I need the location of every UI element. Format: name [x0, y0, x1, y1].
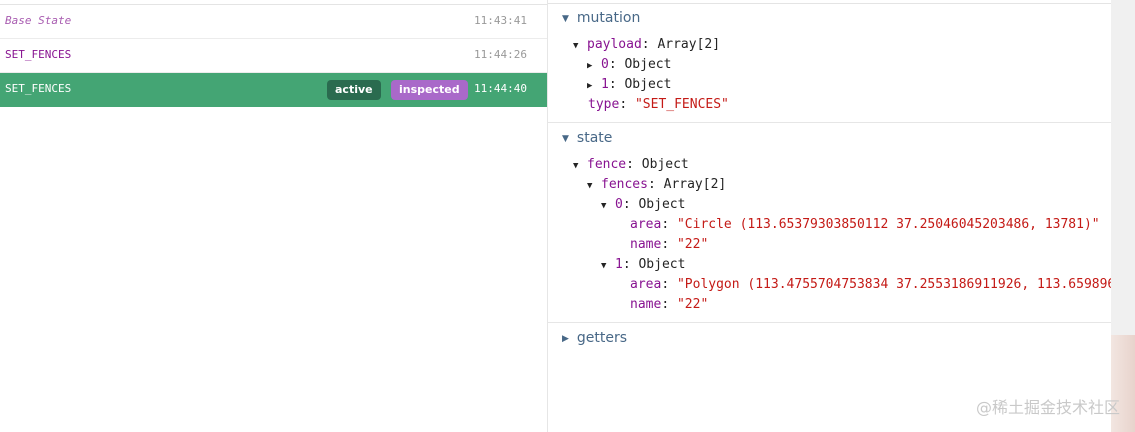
tree-value: Object	[638, 197, 686, 212]
fence-item-row[interactable]: ▼ 1: Object	[601, 257, 685, 272]
watermark: @稀土掘金技术社区	[975, 398, 1120, 417]
tree-key: name	[630, 297, 662, 312]
tree-value: Array[2]	[657, 37, 721, 52]
state-section-header[interactable]: ▼ state	[562, 130, 612, 146]
expand-arrow-icon: ▼	[562, 14, 569, 24]
collapse-arrow-icon: ▼	[601, 261, 607, 271]
tree-key: 0	[601, 57, 609, 72]
inspector-top-border	[548, 3, 1111, 4]
mutation-type-row: type: "SET_FENCES"	[588, 97, 729, 112]
history-entry[interactable]: SET_FENCES 11:44:26	[0, 39, 547, 73]
tree-value: Array[2]	[663, 177, 727, 192]
payload-row[interactable]: ▼ payload: Array[2]	[573, 37, 720, 52]
tree-key: fence	[587, 157, 627, 172]
tree-key: payload	[587, 37, 642, 52]
tree-key: fences	[601, 177, 648, 192]
tree-string-value: "22"	[676, 297, 709, 312]
tree-key: area	[630, 217, 662, 232]
expand-arrow-icon: ▶	[587, 61, 593, 71]
fence-name-row: name: "22"	[630, 297, 709, 312]
tree-key: type	[588, 97, 620, 112]
tree-key: 1	[615, 257, 623, 272]
entry-name: Base State	[5, 14, 72, 27]
collapse-arrow-icon: ▼	[573, 41, 579, 51]
entry-time: 11:44:26	[474, 48, 527, 61]
mutation-history-panel: Base State 11:43:41 SET_FENCES 11:44:26 …	[0, 0, 548, 432]
section-divider	[548, 122, 1111, 123]
section-title: state	[576, 130, 613, 146]
tree-key: area	[630, 277, 662, 292]
tree-string-value: "SET_FENCES"	[634, 97, 729, 112]
fence-row[interactable]: ▼ fence: Object	[573, 157, 689, 172]
entry-name: SET_FENCES	[5, 48, 72, 61]
section-title: mutation	[576, 10, 641, 26]
fence-area-row: area: "Polygon (113.4755704753834 37.255…	[630, 277, 1111, 292]
tree-key: name	[630, 237, 662, 252]
inspected-badge: inspected	[391, 80, 468, 100]
entry-name: SET_FENCES	[5, 82, 72, 95]
fence-name-row: name: "22"	[630, 237, 709, 252]
fence-area-row: area: "Circle (113.65379303850112 37.250…	[630, 217, 1100, 232]
expand-arrow-icon: ▼	[562, 134, 569, 144]
tree-key: 0	[615, 197, 623, 212]
payload-item-row[interactable]: ▶ 0: Object	[587, 57, 671, 72]
active-badge: active	[327, 80, 381, 100]
tree-string-value: "Polygon (113.4755704753834 37.255318691…	[676, 277, 1111, 292]
tree-value: Object	[624, 77, 672, 92]
tree-string-value: "22"	[676, 237, 709, 252]
history-entry-selected[interactable]: SET_FENCES active inspected 11:44:40	[0, 73, 547, 107]
mutation-section-header[interactable]: ▼ mutation	[562, 10, 640, 26]
tree-value: Object	[641, 157, 689, 172]
tree-value: Object	[638, 257, 686, 272]
expand-arrow-icon: ▶	[587, 81, 593, 91]
fence-item-row[interactable]: ▼ 0: Object	[601, 197, 685, 212]
collapse-arrow-icon: ▼	[587, 181, 593, 191]
tree-string-value: "Circle (113.65379303850112 37.250460452…	[676, 217, 1100, 232]
section-divider	[548, 322, 1111, 323]
collapse-arrow-icon: ▼	[601, 201, 607, 211]
entry-time: 11:44:40	[474, 82, 527, 95]
collapse-arrow-icon: ▼	[573, 161, 579, 171]
tree-value: Object	[624, 57, 672, 72]
state-inspector-panel: ▼ mutation ▼ payload: Array[2] ▶ 0: Object …	[548, 0, 1111, 432]
fences-row[interactable]: ▼ fences: Array[2]	[587, 177, 726, 192]
section-title: getters	[576, 330, 628, 346]
entry-time: 11:43:41	[474, 14, 527, 27]
tree-key: 1	[601, 77, 609, 92]
payload-item-row[interactable]: ▶ 1: Object	[587, 77, 671, 92]
getters-section-header[interactable]: ▶ getters	[562, 330, 627, 346]
expand-arrow-icon: ▶	[562, 334, 569, 344]
history-entry-base-state[interactable]: Base State 11:43:41	[0, 5, 547, 39]
